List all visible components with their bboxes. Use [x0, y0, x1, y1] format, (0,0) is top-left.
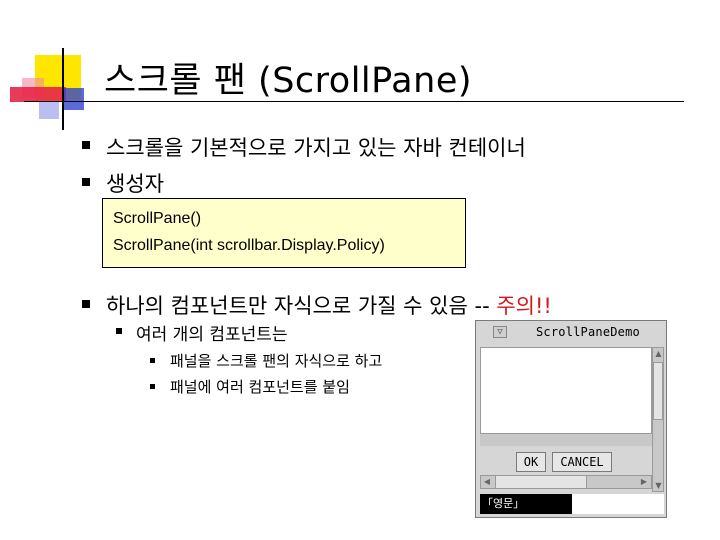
- window-title-bar[interactable]: ▽ ScrollPaneDemo: [476, 321, 666, 343]
- bullet-marker: [82, 141, 90, 149]
- sub-sub-bullet-text: 패널에 여러 컴포넌트를 붙임: [170, 378, 350, 396]
- panel-divider: [480, 433, 652, 446]
- bullet-text: 스크롤을 기본적으로 가지고 있는 자바 컨테이너: [106, 136, 526, 160]
- sub-sub-bullet-marker: [150, 358, 155, 363]
- sub-sub-bullet-text: 패널을 스크롤 팬의 자식으로 하고: [170, 352, 383, 370]
- scroll-left-icon[interactable]: ◀: [482, 477, 492, 487]
- window-title: ScrollPaneDemo: [536, 325, 640, 339]
- bullet-text: 생성자: [106, 172, 164, 196]
- input-mode-indicator: 「영문」: [480, 494, 572, 514]
- slide-title: 스크롤 팬 (ScrollPane): [104, 61, 473, 101]
- caution-text: 주의!!: [496, 294, 552, 318]
- sub-bullet-marker: [116, 328, 122, 334]
- logo-vertical-rule: [62, 48, 64, 130]
- scroll-down-icon[interactable]: ▼: [654, 481, 663, 490]
- constructor-code-box: ScrollPane() ScrollPane(int scrollbar.Di…: [102, 198, 466, 268]
- sub-bullet-text: 여러 개의 컴포넌트는: [136, 325, 288, 345]
- scroll-pane-viewport[interactable]: [480, 347, 652, 441]
- scrollpane-demo-window: ▽ ScrollPaneDemo ▲ ▼ OK CANCEL ◀ ▶ 「영문」: [475, 320, 667, 518]
- cancel-button[interactable]: CANCEL: [552, 452, 612, 472]
- horizontal-scrollbar[interactable]: ◀ ▶: [480, 475, 652, 489]
- scroll-up-icon[interactable]: ▲: [654, 349, 663, 358]
- ok-button[interactable]: OK: [516, 452, 546, 472]
- bullet-marker: [82, 300, 90, 308]
- horizontal-scroll-thumb[interactable]: [495, 476, 587, 488]
- logo-red-bar: [10, 87, 66, 102]
- logo-lightblue-square: [39, 101, 59, 119]
- vertical-scrollbar[interactable]: ▲ ▼: [652, 347, 664, 492]
- vertical-scroll-thumb[interactable]: [653, 362, 663, 420]
- window-menu-icon[interactable]: ▽: [493, 326, 507, 338]
- logo-blue-square: [62, 88, 84, 110]
- sub-sub-bullet-marker: [150, 384, 155, 389]
- code-line: ScrollPane(int scrollbar.Display.Policy): [113, 237, 385, 254]
- bullet3-text: 하나의 컴포넌트만 자식으로 가질 수 있음 --: [106, 294, 497, 318]
- code-line: ScrollPane(): [113, 210, 202, 227]
- scroll-right-icon[interactable]: ▶: [639, 477, 649, 487]
- bullet-marker: [82, 178, 90, 186]
- status-field: [572, 494, 664, 514]
- bullet-text: 하나의 컴포넌트만 자식으로 가질 수 있음 -- 주의!!: [106, 290, 552, 320]
